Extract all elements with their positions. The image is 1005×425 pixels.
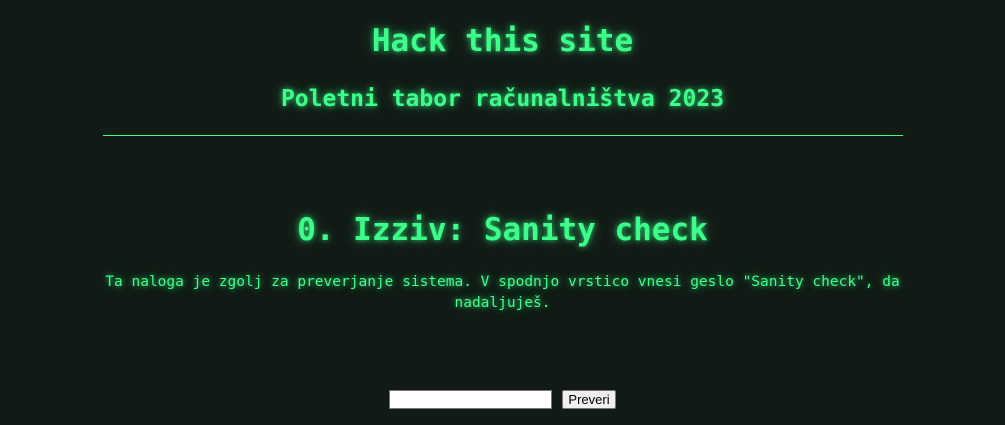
challenge-title: 0. Izziv: Sanity check (297, 212, 708, 248)
check-button[interactable]: Preveri (562, 390, 616, 409)
answer-form: Preveri (0, 390, 1005, 409)
site-title: Hack this site (371, 23, 634, 59)
header-divider (103, 135, 903, 136)
site-subtitle: Poletni tabor računalništva 2023 (280, 86, 725, 112)
password-input[interactable] (389, 390, 553, 409)
challenge-description: Ta naloga je zgolj za preverjanje sistem… (105, 274, 900, 311)
